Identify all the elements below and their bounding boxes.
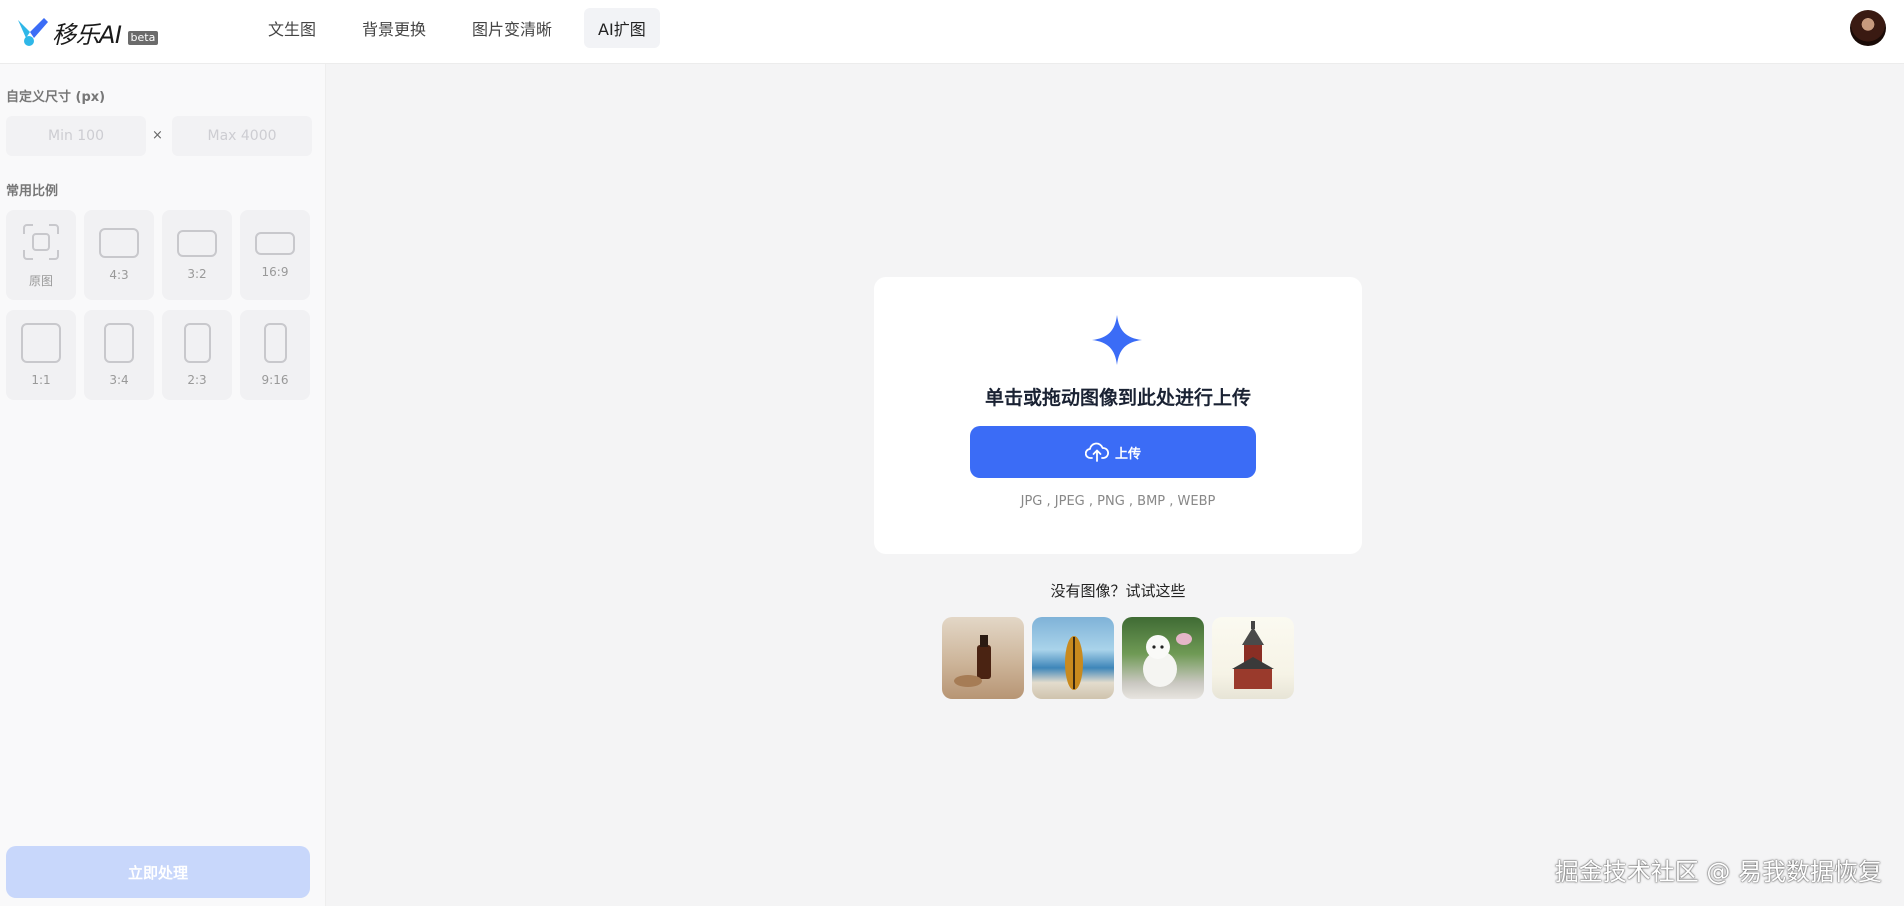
top-header: 移乐AI beta 文生图 背景更换 图片变清晰 AI扩图 — [0, 0, 1904, 64]
ratio-label: 3:4 — [109, 373, 129, 387]
ratio-shape-icon — [177, 229, 217, 257]
watermark-text: 掘金技术社区 @ 易我数据恢复 — [1554, 858, 1882, 886]
logo-text: 移乐AI — [52, 20, 122, 49]
ratio-16-9[interactable]: 16:9 — [240, 210, 310, 300]
sample-images — [942, 617, 1302, 699]
ratio-original[interactable]: 原图 — [6, 210, 76, 300]
nav-text-to-image[interactable]: 文生图 — [254, 8, 330, 48]
upload-dropzone[interactable]: 单击或拖动图像到此处进行上传 上传 JPG , JPEG , PNG , BMP… — [874, 277, 1362, 554]
ratio-shape-icon — [183, 323, 211, 363]
ratio-label: 16:9 — [261, 264, 289, 279]
sparkle-icon — [1092, 315, 1142, 365]
surfboard-thumbnail — [1065, 636, 1083, 690]
width-input[interactable] — [6, 116, 146, 156]
nav-ai-expand[interactable]: AI扩图 — [584, 8, 660, 48]
ratio-shape-icon — [99, 228, 139, 258]
upload-title: 单击或拖动图像到此处进行上传 — [984, 387, 1251, 409]
ratio-grid: 原图 4:3 3:2 16:9 1:1 3:4 2:3 9:16 — [6, 210, 312, 400]
custom-size-title: 自定义尺寸 (px) — [6, 90, 106, 105]
upload-button-label: 上传 — [1114, 446, 1141, 462]
ratio-label: 原图 — [28, 273, 53, 288]
upload-button[interactable]: 上传 — [970, 426, 1256, 478]
sample-image-dog[interactable] — [1122, 617, 1204, 699]
user-avatar[interactable] — [1850, 10, 1886, 46]
ratio-2-3[interactable]: 2:3 — [162, 310, 232, 400]
logo-icon — [18, 18, 48, 46]
ratio-1-1[interactable]: 1:1 — [6, 310, 76, 400]
ratio-3-4[interactable]: 3:4 — [84, 310, 154, 400]
ratio-shape-icon — [263, 323, 287, 363]
process-button[interactable]: 立即处理 — [6, 846, 310, 898]
church-thumbnail — [1232, 621, 1274, 689]
ratio-9-16[interactable]: 9:16 — [240, 310, 310, 400]
ratio-label: 4:3 — [109, 268, 129, 282]
dog-thumbnail — [1143, 633, 1192, 687]
ratio-4-3[interactable]: 4:3 — [84, 210, 154, 300]
beta-badge: beta — [127, 31, 159, 45]
ratio-label: 2:3 — [187, 373, 207, 387]
ratio-3-2[interactable]: 3:2 — [162, 210, 232, 300]
app-logo[interactable]: 移乐AI beta — [16, 12, 159, 52]
supported-formats: JPG , JPEG , PNG , BMP , WEBP — [1020, 494, 1216, 509]
ratio-label: 3:2 — [187, 266, 207, 281]
settings-sidebar: 自定义尺寸 (px) × 常用比例 原图 4:3 3:2 16:9 — [0, 64, 326, 906]
ratio-label: 1:1 — [31, 373, 51, 387]
height-input[interactable] — [172, 116, 312, 156]
original-icon — [23, 223, 59, 260]
ratio-title: 常用比例 — [6, 184, 59, 199]
sample-image-surfboard[interactable] — [1032, 617, 1114, 699]
bottle-thumbnail — [954, 635, 991, 687]
try-samples-text: 没有图像？试试这些 — [1050, 582, 1186, 600]
sample-image-church[interactable] — [1212, 617, 1294, 699]
ratio-shape-icon — [21, 323, 61, 363]
nav-background-replace[interactable]: 背景更换 — [348, 8, 440, 48]
ratio-shape-icon — [255, 231, 295, 255]
main-nav: 文生图 背景更换 图片变清晰 AI扩图 — [254, 8, 678, 48]
ratio-shape-icon — [104, 323, 134, 363]
ratio-label: 9:16 — [261, 373, 289, 387]
times-symbol: × — [152, 128, 163, 143]
cloud-upload-icon — [1084, 442, 1109, 462]
nav-image-enhance[interactable]: 图片变清晰 — [458, 8, 566, 48]
sample-image-bottle[interactable] — [942, 617, 1024, 699]
